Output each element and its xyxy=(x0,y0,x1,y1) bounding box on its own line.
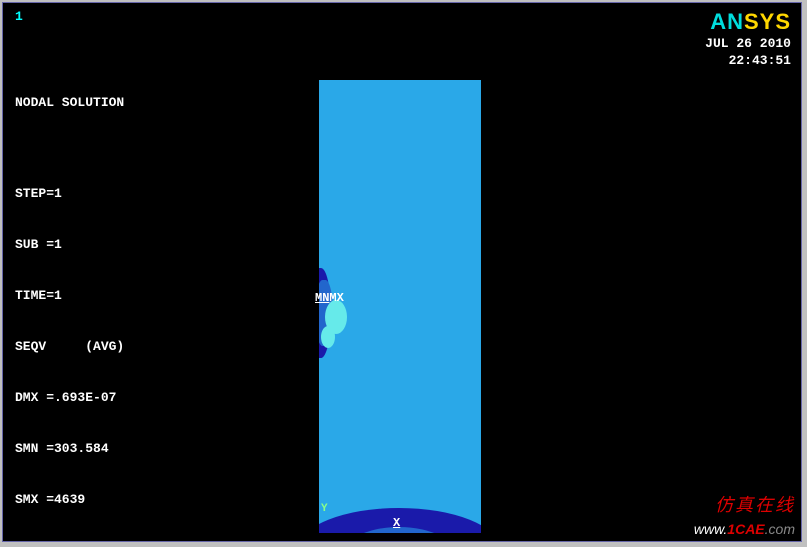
ansys-logo: ANSYS xyxy=(710,9,791,35)
min-max-markers: MNMX xyxy=(315,291,344,305)
mn-marker: MN xyxy=(315,291,329,305)
url-com: .com xyxy=(765,521,795,537)
graphics-viewport[interactable]: 1 . NODAL SOLUTION STEP=1 SUB =1 TIME=1 … xyxy=(2,2,802,542)
step-line: STEP=1 xyxy=(15,185,124,202)
mx-marker: MX xyxy=(329,291,343,305)
stress-region-light-2 xyxy=(321,326,335,348)
spacer xyxy=(15,145,124,151)
time-text: 22:43:51 xyxy=(705,52,791,69)
url-main: 1CAE xyxy=(727,521,764,537)
smx-line: SMX =4639 xyxy=(15,491,124,508)
url-www: www. xyxy=(694,521,727,537)
logo-sys: SYS xyxy=(744,9,791,34)
smn-line: SMN =303.584 xyxy=(15,440,124,457)
watermark-cn: 仿真在线 xyxy=(715,491,795,517)
time-line: TIME=1 xyxy=(15,287,124,304)
contour-plot[interactable] xyxy=(319,80,481,533)
axis-y-label: Y xyxy=(321,503,328,515)
solution-title: NODAL SOLUTION xyxy=(15,94,124,111)
solution-info-block: . NODAL SOLUTION STEP=1 SUB =1 TIME=1 SE… xyxy=(15,9,124,542)
date-text: JUL 26 2010 xyxy=(705,35,791,52)
logo-an: AN xyxy=(710,9,744,34)
dmx-line: DMX =.693E-07 xyxy=(15,389,124,406)
axis-x-label: X xyxy=(393,516,400,530)
sub-line: SUB =1 xyxy=(15,236,124,253)
datetime-block: JUL 26 2010 22:43:51 xyxy=(705,35,791,69)
watermark-url: www.1CAE.com xyxy=(694,521,795,537)
seqv-line: SEQV (AVG) xyxy=(15,338,124,355)
